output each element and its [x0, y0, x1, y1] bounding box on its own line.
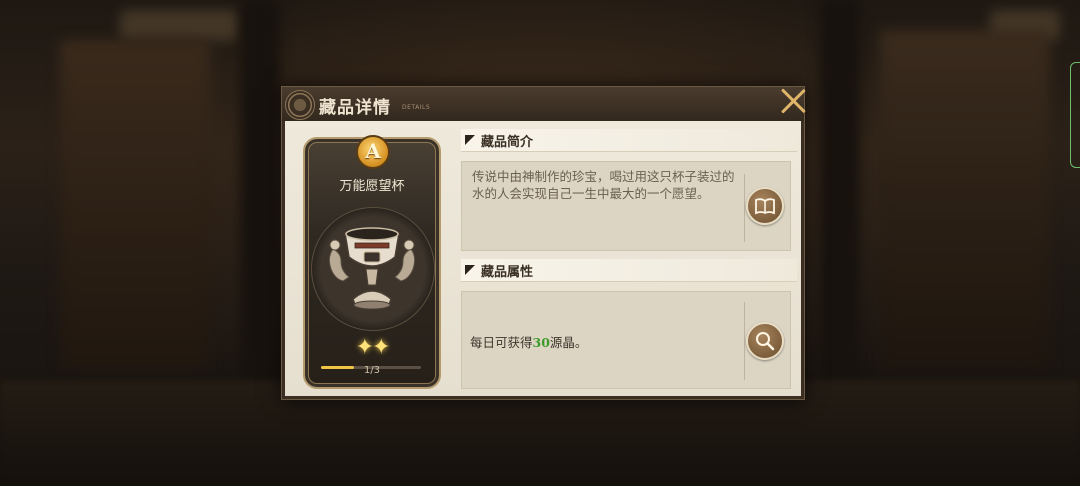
- progress-text: 1/3: [363, 365, 381, 376]
- magnifier-icon: [756, 332, 775, 351]
- background-shelf: [880, 30, 1050, 370]
- intro-section-box: 传说中由神制作的珍宝，喝过用这只杯子装过的水的人会实现自己一生中最大的一个愿望。: [461, 161, 791, 251]
- attribute-section-header: 藏品属性: [461, 259, 797, 282]
- intro-section-title: 藏品简介: [481, 135, 534, 150]
- attribute-section-title: 藏品属性: [481, 265, 534, 280]
- intro-section-header: 藏品简介: [461, 129, 797, 152]
- background-shelf: [60, 40, 210, 370]
- emblem-icon: [285, 90, 315, 120]
- game-scene: 藏品详情 DETAILS A 万能愿望杯 ✦✦ 1/3 藏品简介 传说中由神制作…: [0, 0, 1080, 486]
- item-name: 万能愿望杯: [339, 179, 405, 194]
- attribute-suffix: 源晶。: [549, 335, 588, 350]
- book-button[interactable]: [746, 187, 784, 225]
- triangle-icon: [465, 135, 475, 145]
- attribute-prefix: 每日可获得: [470, 335, 533, 350]
- dialog-title: 藏品详情: [319, 98, 391, 118]
- rank-badge: A: [356, 135, 390, 169]
- attribute-section-box: 每日可获得30源晶。: [461, 291, 791, 389]
- side-edge-tab[interactable]: [1070, 62, 1080, 168]
- close-icon[interactable]: [779, 87, 807, 115]
- attribute-value: 30: [532, 335, 550, 350]
- intro-description: 传说中由神制作的珍宝，喝过用这只杯子装过的水的人会实现自己一生中最大的一个愿望。: [472, 169, 735, 201]
- triangle-icon: [465, 265, 475, 275]
- divider: [744, 174, 745, 242]
- attribute-text: 每日可获得30源晶。: [470, 332, 587, 351]
- collection-detail-dialog: 藏品详情 DETAILS A 万能愿望杯 ✦✦ 1/3 藏品简介 传说中由神制作…: [281, 86, 805, 400]
- book-icon: [755, 198, 775, 215]
- background-lamp: [120, 10, 240, 40]
- magnifier-button[interactable]: [746, 322, 784, 360]
- star-rating: ✦✦: [355, 335, 391, 360]
- dialog-subtitle: DETAILS: [402, 104, 431, 111]
- dialog-titlebar: 藏品详情 DETAILS: [282, 87, 804, 121]
- divider: [744, 302, 745, 380]
- golden-cup-icon: [328, 227, 416, 310]
- item-card: A 万能愿望杯 ✦✦ 1/3: [303, 135, 441, 389]
- dialog-body: A 万能愿望杯 ✦✦ 1/3 藏品简介 传说中由神制作的珍宝，喝过用这只杯子装过…: [285, 121, 801, 396]
